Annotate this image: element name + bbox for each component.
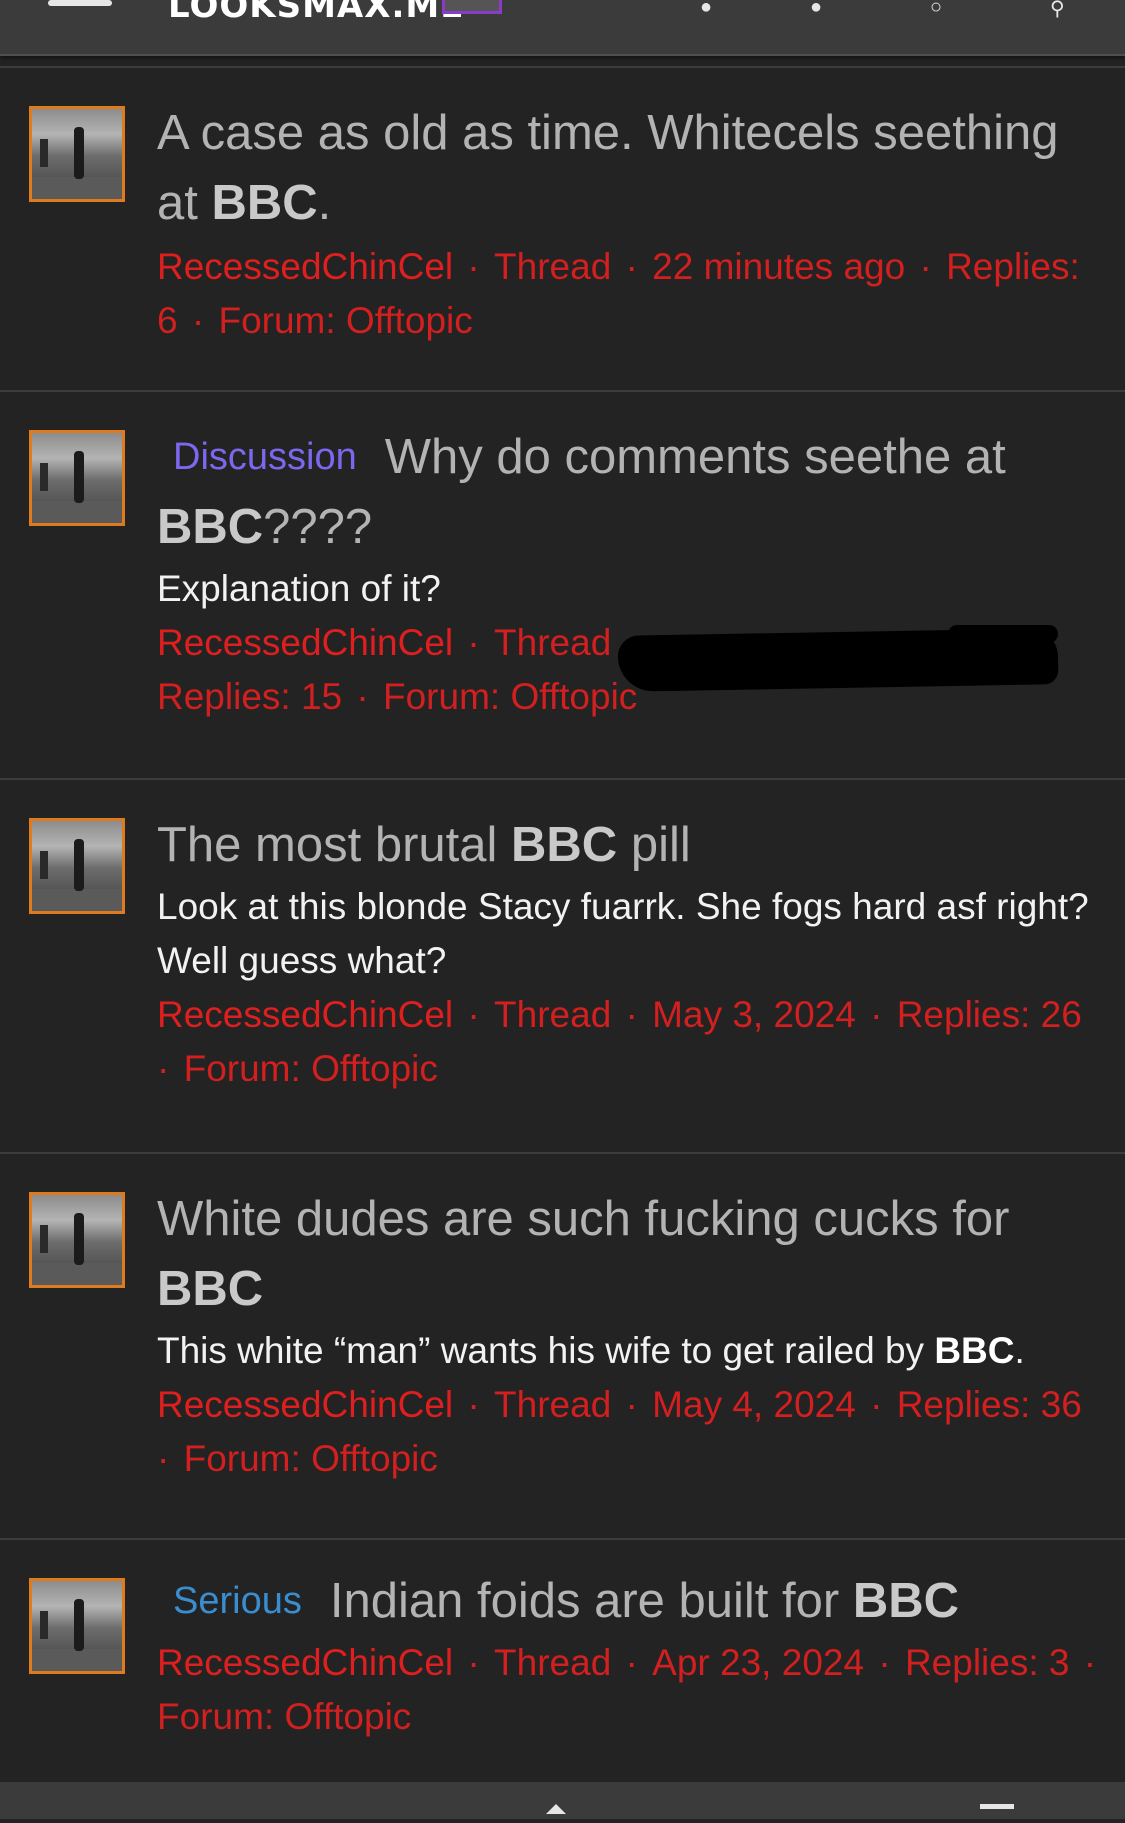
- thread-date: May 3, 2024: [652, 994, 856, 1035]
- author-link[interactable]: RecessedChinCel: [157, 1384, 453, 1425]
- message-icon[interactable]: ●: [810, 0, 822, 19]
- reply-count: Replies: 15: [157, 676, 343, 717]
- search-icon[interactable]: ⚲: [1050, 0, 1065, 21]
- thread-item[interactable]: A case as old as time. Whitecels seethin…: [0, 66, 1125, 390]
- forum-link[interactable]: Forum: Offtopic: [157, 1696, 411, 1737]
- author-link[interactable]: RecessedChinCel: [157, 622, 453, 663]
- hamburger-menu-icon[interactable]: [48, 0, 112, 14]
- thread-meta: RecessedChinCel · Thread · 22 minutes ag…: [157, 246, 1080, 341]
- avatar-badge-icon[interactable]: [442, 0, 502, 14]
- thread-item[interactable]: The most brutal BBC pill Look at this bl…: [0, 778, 1125, 1152]
- thread-title[interactable]: Serious Indian foids are built for BBC: [157, 1566, 1097, 1636]
- reply-count: Replies: 3: [904, 1642, 1070, 1683]
- account-icon[interactable]: ○: [930, 0, 942, 19]
- discussion-prefix[interactable]: Discussion: [173, 436, 357, 478]
- reply-count: Replies: 36: [896, 1384, 1082, 1425]
- forum-link[interactable]: Forum: Offtopic: [218, 300, 472, 341]
- thread-title[interactable]: White dudes are such fucking cucks for B…: [157, 1184, 1097, 1324]
- user-avatar[interactable]: [29, 1192, 125, 1288]
- content-type: Thread: [494, 622, 612, 663]
- content-type: Thread: [494, 1384, 612, 1425]
- forum-link[interactable]: Forum: Offtopic: [383, 676, 637, 717]
- thread-snippet: Look at this blonde Stacy fuarrk. She fo…: [157, 886, 1089, 981]
- thread-date: Apr 23, 2024: [652, 1642, 865, 1683]
- author-link[interactable]: RecessedChinCel: [157, 994, 453, 1035]
- thread-item[interactable]: Serious Indian foids are built for BBC Re…: [0, 1538, 1125, 1782]
- notification-icon[interactable]: ●: [700, 0, 712, 19]
- thread-snippet: Explanation of it?: [157, 568, 441, 609]
- thread-meta: RecessedChinCel · Thread · May 3, 2024 ·…: [157, 994, 1082, 1089]
- content-type: Thread: [494, 1642, 612, 1683]
- top-navigation-bar: LOOKSMAX.ME ● ● ○ ⚲: [0, 0, 1125, 56]
- redaction-scribble: [948, 625, 1058, 643]
- tabs-icon[interactable]: [980, 1804, 1014, 1823]
- thread-title[interactable]: The most brutal BBC pill: [157, 810, 1097, 880]
- thread-title[interactable]: A case as old as time. Whitecels seethin…: [157, 98, 1097, 238]
- share-icon[interactable]: [544, 1804, 568, 1818]
- thread-date: 22 minutes ago: [652, 246, 906, 287]
- thread-meta: RecessedChinCel · Thread · Apr 23, 2024 …: [157, 1642, 1097, 1737]
- content-type: Thread: [494, 246, 612, 287]
- user-avatar[interactable]: [29, 818, 125, 914]
- forum-link[interactable]: Forum: Offtopic: [184, 1438, 438, 1479]
- user-avatar[interactable]: [29, 430, 125, 526]
- author-link[interactable]: RecessedChinCel: [157, 246, 453, 287]
- reply-count: Replies: 26: [896, 994, 1082, 1035]
- content-type: Thread: [494, 994, 612, 1035]
- author-link[interactable]: RecessedChinCel: [157, 1642, 453, 1683]
- thread-item[interactable]: Discussion Why do comments seethe at BBC?…: [0, 390, 1125, 778]
- site-logo[interactable]: LOOKSMAX.ME: [168, 0, 464, 26]
- thread-title[interactable]: Discussion Why do comments seethe at BBC?…: [157, 422, 1097, 562]
- forum-link[interactable]: Forum: Offtopic: [184, 1048, 438, 1089]
- user-avatar[interactable]: [29, 1578, 125, 1674]
- user-avatar[interactable]: [29, 106, 125, 202]
- bottom-toolbar: [0, 1782, 1125, 1819]
- thread-snippet: This white “man” wants his wife to get r…: [157, 1330, 1025, 1371]
- thread-item[interactable]: White dudes are such fucking cucks for B…: [0, 1152, 1125, 1538]
- thread-meta: RecessedChinCel · Thread · May 4, 2024 ·…: [157, 1384, 1082, 1479]
- serious-prefix[interactable]: Serious: [173, 1580, 302, 1622]
- thread-date: May 4, 2024: [652, 1384, 856, 1425]
